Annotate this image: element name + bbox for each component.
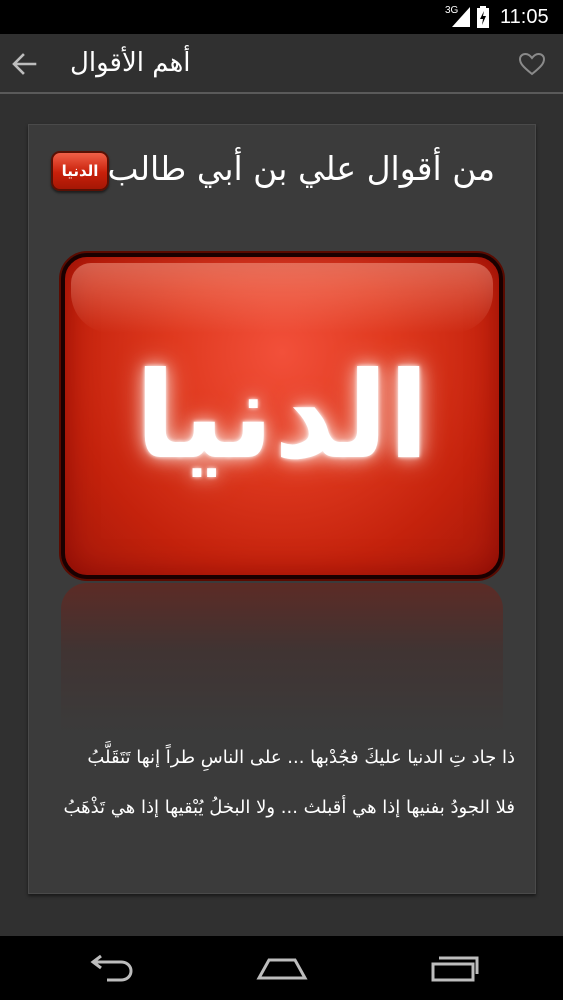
- card-title: من أقوال علي بن أبي طالب: [107, 149, 495, 188]
- hero-reflection: [61, 583, 503, 733]
- navigation-bar: [0, 936, 563, 1000]
- verse-line: ذا جاد تِ الدنيا عليكَ فجُدْبها ... على …: [87, 747, 515, 768]
- page-title: أهم الأقوال: [70, 48, 191, 78]
- category-badge: الدنيا: [51, 151, 109, 191]
- action-bar: أهم الأقوال: [0, 34, 563, 94]
- clock: 11:05: [500, 6, 549, 28]
- card-header: الدنيا من أقوال علي بن أبي طالب: [29, 143, 535, 199]
- nav-home-button[interactable]: [252, 950, 312, 986]
- nav-recent-button[interactable]: [424, 950, 484, 986]
- badge-label: الدنيا: [61, 162, 99, 180]
- nav-back-icon: [90, 954, 133, 982]
- battery-charging-icon: [477, 6, 489, 28]
- verse-line: فلا الجودُ بفنيها إذا هي أقبلث ... ولا ا…: [63, 797, 515, 818]
- hero-word: الدنيا: [134, 346, 430, 486]
- favorite-button[interactable]: [515, 49, 549, 79]
- heart-outline-icon: [518, 52, 546, 76]
- back-button[interactable]: [6, 46, 42, 82]
- nav-home-icon: [256, 958, 308, 980]
- signal-icon: [452, 7, 470, 27]
- nav-back-button[interactable]: [80, 950, 140, 986]
- content-area: الدنيا من أقوال علي بن أبي طالب الدنيا ذ…: [0, 96, 563, 936]
- arrow-left-icon: [12, 53, 37, 75]
- hero-image: الدنيا: [61, 253, 503, 579]
- status-bar: 3G 11:05: [0, 0, 563, 34]
- quote-card: الدنيا من أقوال علي بن أبي طالب الدنيا ذ…: [28, 124, 536, 894]
- nav-recent-icon: [431, 956, 479, 982]
